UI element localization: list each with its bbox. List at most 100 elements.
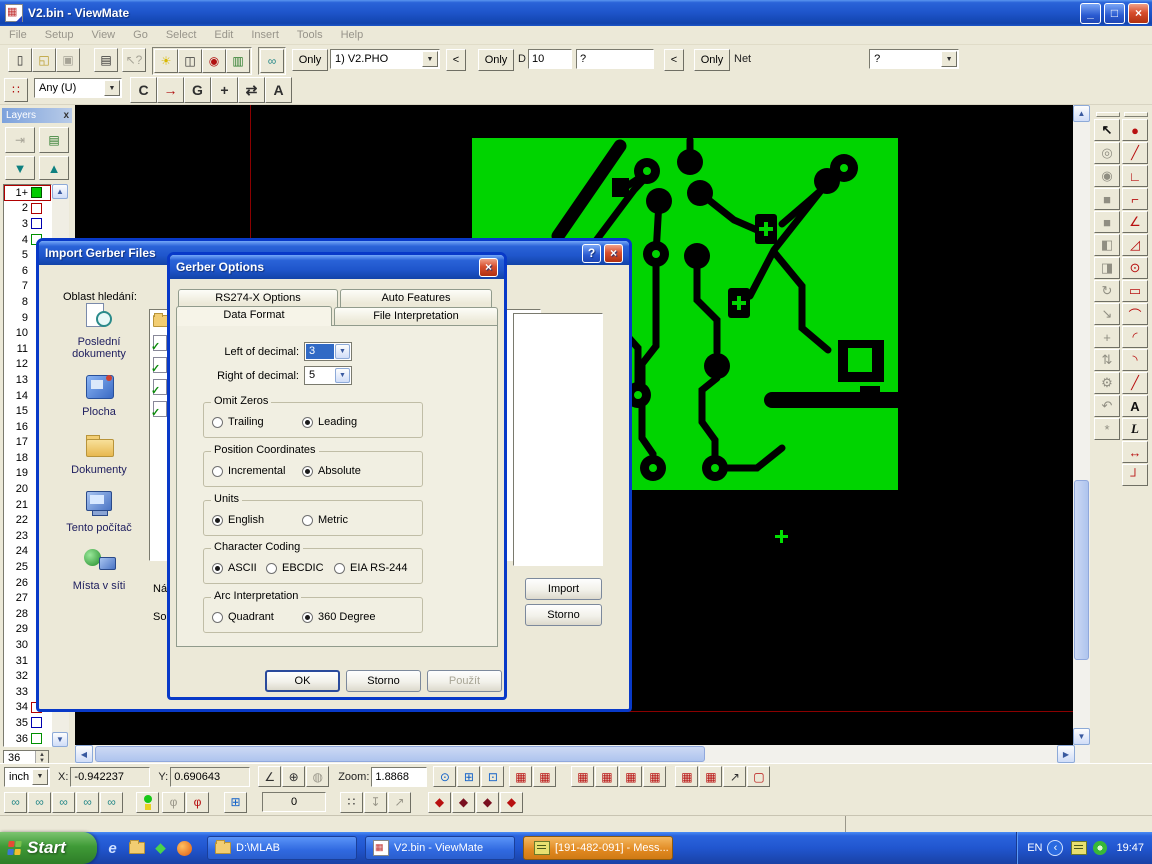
pointer-tool-icon[interactable]: ↖ xyxy=(1094,119,1120,141)
swap-icon[interactable]: ⇄ xyxy=(238,77,265,103)
scroll-up-icon[interactable]: ▲ xyxy=(52,184,68,199)
layer-dock-icon[interactable]: ⇥ xyxy=(5,127,35,153)
zoom-select-icon[interactable]: ⊡ xyxy=(481,766,504,787)
scroll-left-icon[interactable]: ◀ xyxy=(75,745,93,763)
draw-slot-icon[interactable]: ╱ xyxy=(1122,372,1148,394)
draw-triangle-icon[interactable]: ◿ xyxy=(1122,234,1148,256)
horizontal-scroll-thumb[interactable] xyxy=(95,746,705,762)
component-g-icon[interactable]: G xyxy=(184,77,211,103)
scroll-up-icon[interactable]: ▲ xyxy=(1073,105,1090,122)
swap-layers-icon[interactable]: ⇅ xyxy=(1094,349,1120,371)
text-a-icon[interactable]: A xyxy=(265,77,292,103)
move-step-icon[interactable]: + xyxy=(1094,326,1120,348)
menu-setup[interactable]: Setup xyxy=(36,29,83,41)
zoom-grid-icon[interactable]: ⊞ xyxy=(457,766,480,787)
grid-toggle-icon[interactable]: ▦ xyxy=(509,766,532,787)
draw-polyline-icon[interactable]: ∟ xyxy=(1122,165,1148,187)
fill-solid-icon[interactable]: ■ xyxy=(1094,188,1120,210)
radio-trailing[interactable]: Trailing xyxy=(212,416,264,428)
tab-auto-features[interactable]: Auto Features xyxy=(340,289,492,307)
dcode-input[interactable]: 10 xyxy=(528,49,572,69)
place-recent-documents[interactable]: Poslední dokumenty xyxy=(53,303,145,360)
unit-combo[interactable]: inch ▼ xyxy=(4,767,50,787)
help-icon[interactable]: ? xyxy=(582,244,601,263)
chevron-down-icon[interactable]: ▼ xyxy=(941,51,957,67)
window-grid-icon[interactable]: ⊞ xyxy=(224,792,247,813)
fill-alt-icon[interactable]: ■ xyxy=(1094,211,1120,233)
stretch-icon[interactable]: ↗ xyxy=(723,766,746,787)
select-origin-icon[interactable]: ◎ xyxy=(1094,142,1120,164)
draw-arc-ccw-icon[interactable]: ◜ xyxy=(1122,326,1148,348)
probe-icon[interactable]: ◍ xyxy=(306,766,329,787)
radio-360-degree[interactable]: 360 Degree xyxy=(302,611,376,623)
print-icon[interactable]: ▤ xyxy=(94,48,118,72)
draw-rectangle-icon[interactable]: ▭ xyxy=(1122,280,1148,302)
left-decimal-combo[interactable]: 3 ▼ xyxy=(304,342,352,361)
menu-insert[interactable]: Insert xyxy=(242,29,288,41)
redraw-flash-icon[interactable]: ☀ xyxy=(154,49,178,73)
layer-color-swatch[interactable] xyxy=(31,733,42,744)
restore-button[interactable]: □ xyxy=(1104,3,1125,24)
ok-button[interactable]: OK xyxy=(265,670,340,692)
horizontal-scrollbar[interactable]: ◀ ▶ xyxy=(75,745,1090,763)
dcode-highlight-icon[interactable]: ◉ xyxy=(202,49,226,73)
close-icon[interactable]: × xyxy=(604,244,623,263)
taskbar-task-folder[interactable]: D:\MLAB xyxy=(207,836,357,860)
layer-row[interactable]: 35 xyxy=(4,715,51,731)
green-app-icon[interactable]: ◆ xyxy=(152,840,169,857)
folder-quicklaunch-icon[interactable] xyxy=(128,840,145,857)
save-icon[interactable]: ▣ xyxy=(56,48,80,72)
zoom-input[interactable]: 1.8868 xyxy=(371,767,427,787)
node-edit-icon[interactable]: * xyxy=(1094,418,1120,440)
radio-english[interactable]: English xyxy=(212,514,264,526)
right-decimal-combo[interactable]: 5 ▼ xyxy=(304,366,352,385)
menu-view[interactable]: View xyxy=(82,29,124,41)
menu-tools[interactable]: Tools xyxy=(288,29,332,41)
radio-quadrant[interactable]: Quadrant xyxy=(212,611,274,623)
import-button[interactable]: Import xyxy=(525,578,602,600)
chevron-down-icon[interactable]: ▼ xyxy=(335,344,350,359)
rotate-icon[interactable]: ↻ xyxy=(1094,280,1120,302)
draw-route-icon[interactable]: ⌐ xyxy=(1122,188,1148,210)
layer-color-swatch[interactable] xyxy=(31,218,42,229)
draw-text-icon[interactable]: A xyxy=(1122,395,1148,417)
grid-b-icon[interactable]: ▦ xyxy=(699,766,722,787)
pad-alt-icon[interactable]: ◆ xyxy=(476,792,499,813)
layer-color-swatch[interactable] xyxy=(31,203,42,214)
layer-up-icon[interactable]: ▲ xyxy=(39,156,69,180)
film-colors-icon[interactable]: ▥ xyxy=(226,49,250,73)
settings-gear-icon[interactable]: ⚙ xyxy=(1094,372,1120,394)
taskbar-task-viewmate[interactable]: ▦ V2.bin - ViewMate xyxy=(365,836,515,860)
open-file-icon[interactable]: ◱ xyxy=(32,48,56,72)
dcode-filter-input[interactable]: ? xyxy=(576,49,654,69)
mirror-horizontal-icon[interactable]: ◧ xyxy=(1094,234,1120,256)
context-help-icon[interactable]: ↖? xyxy=(122,48,146,72)
place-documents[interactable]: Dokumenty xyxy=(53,431,145,476)
layer-row[interactable]: 3 xyxy=(4,216,51,232)
minimize-button[interactable]: _ xyxy=(1080,3,1101,24)
only-dcode-button[interactable]: Only xyxy=(478,49,514,71)
origin-icon[interactable]: ⊕ xyxy=(282,766,305,787)
pan-up-icon[interactable]: ▦ xyxy=(643,766,666,787)
vertical-scroll-thumb[interactable] xyxy=(1074,480,1089,660)
draw-arc-icon[interactable]: ⌒ xyxy=(1122,303,1148,325)
cancel-button[interactable]: Storno xyxy=(346,670,421,692)
prev-dcode-button[interactable]: < xyxy=(664,49,684,71)
scroll-down-icon[interactable]: ▼ xyxy=(52,732,68,747)
start-button[interactable]: Start xyxy=(0,832,97,864)
inspect-1-icon[interactable]: ∞ xyxy=(4,792,27,813)
undo-icon[interactable]: ↶ xyxy=(1094,395,1120,417)
layer-combo[interactable]: 1) V2.PHO ▼ xyxy=(330,49,440,69)
net-combo[interactable]: ? ▼ xyxy=(869,49,959,69)
apply-button[interactable]: Použít xyxy=(427,670,502,692)
place-my-computer[interactable]: Tento počítač xyxy=(53,489,145,534)
angle-measure-icon[interactable]: ∠ xyxy=(258,766,281,787)
inspect-3-icon[interactable]: ∞ xyxy=(52,792,75,813)
zoom-in-icon[interactable]: ⊙ xyxy=(433,766,456,787)
grid-snap-icon[interactable]: ▦ xyxy=(533,766,556,787)
place-network[interactable]: Místa v síti xyxy=(53,547,145,592)
grid-a-icon[interactable]: ▦ xyxy=(675,766,698,787)
menu-help[interactable]: Help xyxy=(332,29,373,41)
internet-explorer-icon[interactable]: e xyxy=(104,840,121,857)
chevron-down-icon[interactable]: ▼ xyxy=(104,80,120,96)
